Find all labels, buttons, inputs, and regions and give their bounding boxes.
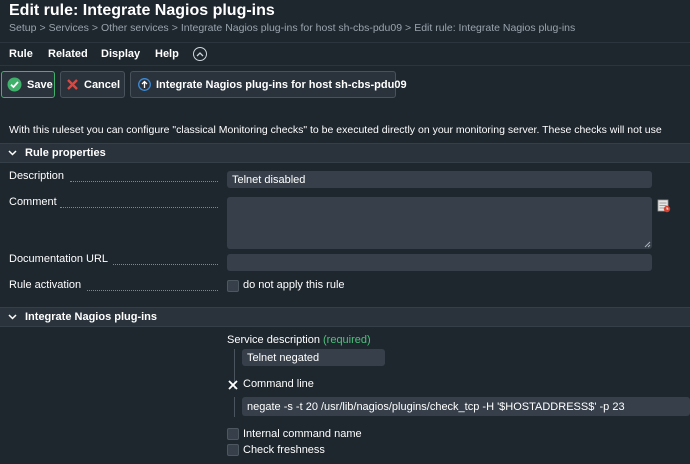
breadcrumb-ruleset[interactable]: Integrate Nagios plug-ins for host sh-cb… (181, 22, 402, 34)
description-input[interactable]: Telnet disabled (227, 171, 652, 188)
breadcrumb: Setup > Services > Other services > Integrate … (9, 22, 575, 34)
resize-handle-icon[interactable] (644, 241, 651, 248)
checkmark-circle-icon (7, 77, 22, 92)
internal-command-checkbox[interactable] (227, 428, 239, 440)
required-marker: (required) (323, 334, 371, 346)
toolbar: Save Cancel Integrate Nagios plug-ins fo… (0, 66, 690, 106)
collapse-menu-button[interactable] (193, 47, 207, 61)
service-description-label-text: Service description (227, 334, 320, 346)
breadcrumb-separator: > (91, 22, 98, 34)
menu-rule[interactable]: Rule (9, 48, 33, 60)
save-button-label: Save (27, 78, 53, 91)
command-line-checked-icon[interactable] (228, 380, 238, 393)
breadcrumb-other-services[interactable]: Other services (101, 22, 169, 34)
menu-display[interactable]: Display (101, 48, 140, 60)
cancel-button-label: Cancel (84, 78, 121, 91)
rule-properties-body: Description Telnet disabled Comment Docu… (0, 164, 690, 300)
documentation-url-label: Documentation URL (9, 253, 109, 265)
check-freshness-checkbox[interactable] (227, 444, 239, 456)
breadcrumb-separator: > (405, 22, 412, 34)
label-leader-dots (60, 207, 218, 208)
label-leader-dots (70, 181, 218, 182)
menu-help[interactable]: Help (155, 48, 179, 60)
internal-command-label[interactable]: Internal command name (243, 428, 362, 440)
insert-date-icon[interactable] (656, 198, 671, 216)
service-description-input[interactable]: Telnet negated (242, 349, 385, 366)
indent-guide (234, 397, 235, 417)
comment-textarea[interactable] (227, 197, 652, 249)
chevron-down-icon (8, 150, 17, 156)
breadcrumb-current: Edit rule: Integrate Nagios plug-ins (414, 22, 576, 34)
check-freshness-label[interactable]: Check freshness (243, 444, 325, 456)
nagios-section-header[interactable]: Integrate Nagios plug-ins (0, 307, 690, 327)
nagios-section-title: Integrate Nagios plug-ins (25, 311, 158, 323)
command-line-label[interactable]: Command line (243, 378, 314, 390)
documentation-url-input[interactable] (227, 254, 652, 271)
cancel-button[interactable]: Cancel (60, 71, 125, 98)
do-not-apply-checkbox[interactable] (227, 280, 239, 292)
chevron-down-icon (8, 314, 17, 320)
breadcrumb-setup[interactable]: Setup (9, 22, 36, 34)
breadcrumb-services[interactable]: Services (49, 22, 89, 34)
ruleset-intro-text: With this ruleset you can configure "cla… (9, 124, 662, 136)
rule-properties-header[interactable]: Rule properties (0, 143, 690, 163)
breadcrumb-separator: > (39, 22, 46, 34)
title-bar: Edit rule: Integrate Nagios plug-ins Set… (0, 0, 690, 42)
close-icon (66, 78, 79, 91)
chevron-up-icon (196, 52, 204, 57)
menu-bar: Rule Related Display Help (0, 42, 690, 66)
do-not-apply-label[interactable]: do not apply this rule (243, 279, 345, 291)
page-title: Edit rule: Integrate Nagios plug-ins (9, 2, 275, 19)
comment-label: Comment (9, 196, 57, 208)
label-leader-dots (87, 290, 218, 291)
command-line-input[interactable]: negate -s -t 20 /usr/lib/nagios/plugins/… (242, 397, 690, 416)
nagios-section-body: Service description (required) Telnet ne… (0, 328, 690, 464)
service-description-label: Service description (required) (227, 334, 371, 346)
label-leader-dots (113, 264, 218, 265)
description-label: Description (9, 170, 65, 182)
rule-properties-title: Rule properties (25, 147, 106, 159)
host-ruleset-link-label: Integrate Nagios plug-ins for host sh-cb… (156, 78, 407, 91)
rule-activation-label: Rule activation (9, 279, 82, 291)
save-button[interactable]: Save (1, 71, 55, 98)
arrow-up-circle-icon (138, 78, 151, 91)
breadcrumb-separator: > (171, 22, 178, 34)
host-ruleset-link-button[interactable]: Integrate Nagios plug-ins for host sh-cb… (130, 71, 407, 98)
menu-related[interactable]: Related (48, 48, 88, 60)
